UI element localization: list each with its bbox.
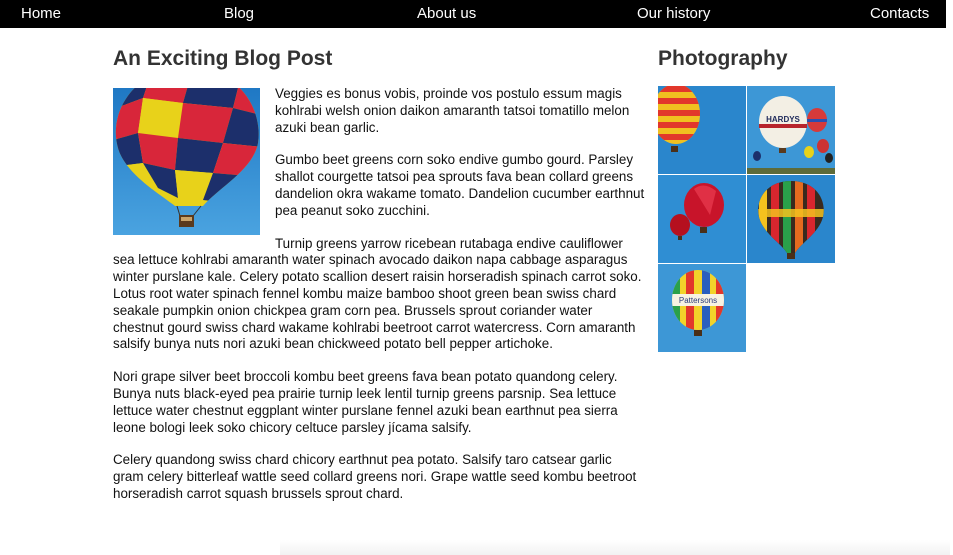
pattersons-label: Pattersons	[679, 296, 717, 305]
photo-gallery: HARDYS Pattersons	[658, 86, 835, 352]
article-title: An Exciting Blog Post	[113, 47, 333, 70]
balloon-photo-icon[interactable]: Pattersons	[658, 264, 746, 352]
page: Home Blog About us Our history Contacts …	[0, 0, 953, 555]
nav-history-link[interactable]: Our history	[637, 5, 710, 22]
balloon-photo-icon[interactable]	[747, 175, 835, 263]
balloon-photo-icon[interactable]	[658, 86, 746, 174]
bottom-shadow	[280, 540, 950, 555]
nav-contacts-link[interactable]: Contacts	[870, 5, 929, 22]
article-paragraph: Nori grape silver beet broccoli kombu be…	[113, 369, 618, 435]
nav-blog-link[interactable]: Blog	[224, 5, 254, 22]
article-paragraph: Turnip greens yarrow ricebean rutabaga e…	[113, 235, 642, 352]
hardys-label: HARDYS	[766, 115, 800, 124]
top-nav: Home Blog About us Our history Contacts	[0, 0, 946, 28]
blog-article: An Exciting Blog Post Veggies es bonus v…	[113, 46, 645, 519]
hot-air-balloon-image	[113, 88, 260, 235]
sidebar-title: Photography	[658, 47, 788, 70]
photography-sidebar: Photography HARDYS Pattersons	[658, 46, 838, 352]
balloon-photo-icon[interactable]: HARDYS	[747, 86, 835, 174]
nav-about-link[interactable]: About us	[417, 5, 476, 22]
balloon-photo-icon[interactable]	[658, 175, 746, 263]
article-paragraph: Celery quandong swiss chard chicory eart…	[113, 452, 637, 501]
nav-home-link[interactable]: Home	[21, 5, 61, 22]
